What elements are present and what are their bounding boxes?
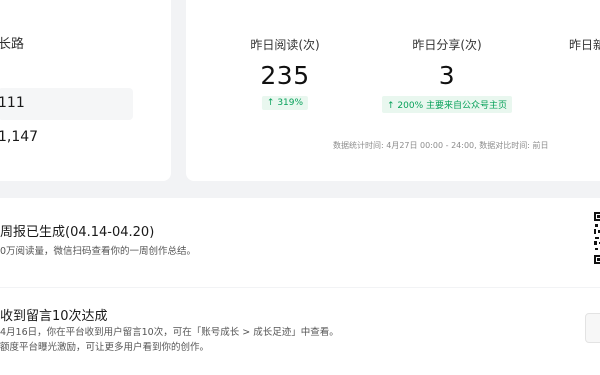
notice-title: 周报已生成(04.14-04.20) (0, 225, 155, 240)
notice-title: 收到留言10次达成 (0, 309, 108, 324)
overview-item-selected[interactable]: 111 (0, 88, 133, 120)
notice-text: 额度平台曝光激励，可让更多用户看到你的创作。 (0, 342, 210, 353)
overview-title: 长路 (0, 37, 25, 52)
notice-text: 0万阅读量，微信扫码查看你的一周创作总结。 (0, 246, 197, 257)
stat-share-change-badge: ↑ 200% 主要来自公众号主页 (382, 96, 512, 113)
overview-item-label: 111 (0, 95, 25, 111)
stat-share-label: 昨日分享(次) (412, 38, 482, 52)
notice-weekly-report[interactable]: 周报已生成(04.14-04.20) 0万阅读量，微信扫码查看你的一周创作总结。 (0, 198, 600, 287)
stat-read-change-badge: ↑ 319% (261, 96, 309, 110)
stat-read-label: 昨日阅读(次) (250, 38, 320, 52)
stats-card: 昨日阅读(次) 235 ↑ 319% 昨日分享(次) 3 ↑ 200% 主要来自… (186, 0, 600, 181)
overview-item[interactable]: 1,147 (0, 122, 133, 154)
stats-time-note: 数据统计时间: 4月27日 00:00 - 24:00, 数据对比时间: 前日 (333, 141, 549, 150)
overview-card: 长路 111 1,147 (0, 0, 171, 181)
stat-new-label: 昨日新 (569, 38, 600, 52)
qr-code-icon[interactable] (594, 212, 600, 264)
stat-share-value: 3 (438, 61, 456, 90)
notice-action-button[interactable] (585, 313, 600, 343)
notice-text: 4月16日，你在平台收到用户留言10次，可在「账号成长 > 成长足迹」中查看。 (0, 327, 339, 338)
overview-item-label: 1,147 (0, 129, 39, 145)
stat-read-value: 235 (260, 61, 310, 90)
notice-comments-milestone[interactable]: 收到留言10次达成 4月16日，你在平台收到用户留言10次，可在「账号成长 > … (0, 288, 600, 375)
